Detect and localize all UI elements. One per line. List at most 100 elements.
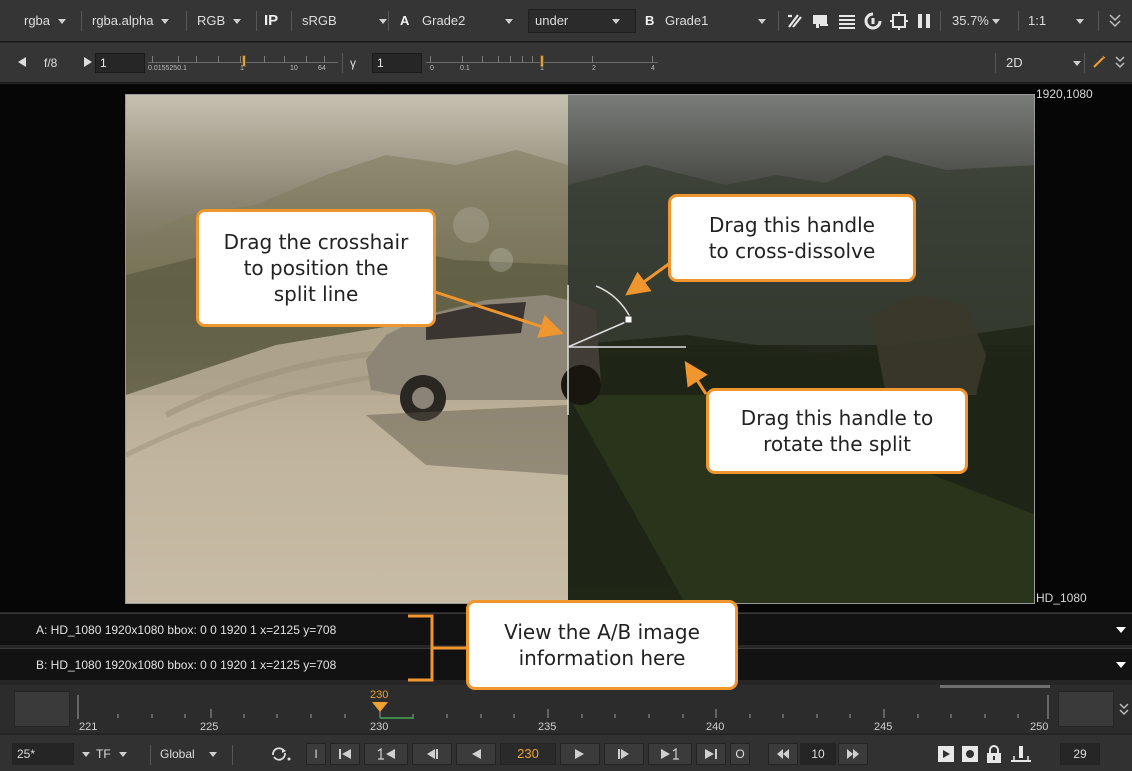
first-frame-button[interactable] bbox=[330, 743, 360, 765]
divider bbox=[1098, 11, 1099, 31]
display-mode-dropdown[interactable]: RGB bbox=[191, 10, 242, 32]
chevron-down-icon bbox=[758, 19, 767, 25]
format-name-label: HD_1080 bbox=[1036, 591, 1087, 605]
slider-tick bbox=[652, 56, 653, 63]
fstop-label: f/8 bbox=[44, 56, 58, 70]
slider-tick bbox=[482, 56, 483, 63]
slider-tick bbox=[240, 56, 241, 63]
double-chevron-icon[interactable] bbox=[1118, 701, 1130, 717]
gamma-label: γ bbox=[350, 56, 356, 70]
colorspace-dropdown[interactable]: sRGB bbox=[296, 10, 387, 32]
step-forward-button[interactable] bbox=[604, 743, 644, 765]
wipe-dissolve-handle[interactable] bbox=[624, 315, 633, 324]
wipe-overlay[interactable] bbox=[126, 95, 1035, 604]
wipe-dissolve-line[interactable] bbox=[567, 320, 629, 348]
chevron-down-icon bbox=[233, 19, 242, 25]
fps-input[interactable]: 25* bbox=[12, 743, 74, 765]
frame-increment-input[interactable]: 10 bbox=[800, 743, 836, 765]
alpha-channel-dropdown[interactable]: rgba.alpha bbox=[86, 10, 170, 32]
callout-line: to cross-dissolve bbox=[708, 239, 876, 263]
channels-value: rgba bbox=[24, 13, 51, 28]
roi-icon[interactable] bbox=[890, 12, 908, 30]
chevron-down-icon bbox=[118, 752, 127, 758]
skip-back-button[interactable] bbox=[768, 743, 798, 765]
in-point-button[interactable]: I bbox=[306, 743, 326, 765]
time-format-dropdown[interactable]: TF bbox=[76, 743, 127, 765]
out-point-button[interactable]: O bbox=[730, 743, 750, 765]
gain-slider[interactable]: 0.0155250.1 1 10 64 bbox=[148, 51, 338, 75]
playhead-sync-icon[interactable] bbox=[1010, 744, 1032, 764]
zoom-dropdown[interactable]: 35.7% bbox=[946, 10, 1000, 32]
divider bbox=[256, 11, 257, 31]
slider-tick-label: 10 bbox=[290, 65, 298, 72]
skip-forward-button[interactable] bbox=[838, 743, 868, 765]
slider-tick bbox=[178, 56, 179, 63]
callout-dissolve: Drag this handle to cross-dissolve bbox=[668, 194, 916, 282]
callout-line: rotate the split bbox=[763, 432, 911, 456]
divider bbox=[995, 53, 996, 73]
current-frame-input[interactable]: 230 bbox=[500, 743, 556, 765]
fstop-decrease-icon[interactable] bbox=[18, 57, 26, 67]
viewer-toolbar-exposure: f/8 1 0.0155250.1 1 10 64 γ 1 0 0.1 1 2 … bbox=[0, 43, 1132, 83]
timeline[interactable]: 230 221 225 230 235 240 245 250 bbox=[0, 685, 1132, 733]
chevron-down-icon bbox=[612, 19, 621, 25]
wipe-icon[interactable] bbox=[786, 12, 804, 30]
frame-range-scope-value: Global bbox=[160, 747, 195, 761]
timeline-label: 240 bbox=[706, 721, 725, 733]
chevron-down-icon bbox=[161, 19, 170, 25]
double-chevron-icon[interactable] bbox=[1114, 54, 1126, 70]
sync-icon[interactable] bbox=[864, 12, 882, 30]
flipbook-icon[interactable] bbox=[938, 746, 954, 762]
play-reverse-icon bbox=[472, 749, 481, 759]
step-back-button[interactable] bbox=[412, 743, 452, 765]
b-info-text: B: HD_1080 1920x1080 bbox: 0 0 1920 1 x=… bbox=[36, 658, 337, 672]
pixel-ratio-dropdown[interactable]: 1:1 bbox=[1022, 10, 1085, 32]
viewer-toolbar-top: rgba rgba.alpha RGB IP sRGB A Grade2 und… bbox=[0, 0, 1132, 42]
divider bbox=[778, 11, 779, 31]
viewer-canvas[interactable]: 1920,1080 HD_1080 bbox=[0, 84, 1132, 612]
pause-icon[interactable] bbox=[915, 12, 933, 30]
slider-tick-label: 0.0155250.1 bbox=[148, 65, 187, 72]
slider-tick bbox=[306, 56, 307, 63]
rewind-icon bbox=[777, 749, 789, 759]
a-input-dropdown[interactable]: Grade2 bbox=[416, 10, 514, 32]
fstop-increase-icon[interactable] bbox=[84, 57, 92, 67]
previous-keyframe-button[interactable] bbox=[364, 743, 408, 765]
time-format-value: TF bbox=[96, 747, 111, 761]
wand-icon[interactable] bbox=[1092, 55, 1106, 69]
chevron-down-icon[interactable] bbox=[1116, 627, 1126, 633]
wipe-dissolve-arc[interactable] bbox=[595, 285, 631, 318]
double-chevron-icon[interactable] bbox=[1108, 12, 1122, 30]
playback-mode-icon[interactable] bbox=[270, 746, 292, 762]
render-icon[interactable] bbox=[962, 746, 978, 762]
gain-input[interactable]: 1 bbox=[95, 53, 145, 73]
b-input-dropdown[interactable]: Grade1 bbox=[659, 10, 767, 32]
callout-crosshair: Drag the crosshair to position the split… bbox=[196, 209, 436, 327]
play-icon bbox=[575, 749, 584, 759]
input-process-toggle[interactable]: IP bbox=[264, 10, 278, 32]
slider-tick-label: 2 bbox=[592, 65, 596, 72]
gamma-input[interactable]: 1 bbox=[372, 53, 422, 73]
chevron-down-icon bbox=[991, 19, 1000, 25]
chevron-down-icon[interactable] bbox=[1116, 662, 1126, 668]
next-keyframe-button[interactable] bbox=[648, 743, 692, 765]
overlay-icon[interactable] bbox=[812, 12, 830, 30]
b-input-label: B bbox=[645, 13, 655, 28]
view-mode-dropdown[interactable]: 2D bbox=[1000, 52, 1081, 74]
b-input-value: Grade1 bbox=[665, 13, 709, 28]
last-frame-button[interactable] bbox=[696, 743, 726, 765]
timeline-label: 235 bbox=[538, 721, 557, 733]
composite-mode-dropdown[interactable]: under bbox=[528, 9, 636, 33]
play-forward-button[interactable] bbox=[560, 743, 600, 765]
end-frame-input[interactable]: 29 bbox=[1060, 743, 1100, 765]
lines-icon[interactable] bbox=[838, 12, 856, 30]
slider-tick-label: 1 bbox=[540, 65, 544, 72]
viewer-image[interactable] bbox=[125, 94, 1035, 604]
skip-start-icon bbox=[339, 749, 351, 759]
play-backward-button[interactable] bbox=[456, 743, 496, 765]
frame-range-scope-dropdown[interactable]: Global bbox=[154, 743, 217, 765]
timeline-label: 230 bbox=[370, 721, 389, 733]
gamma-slider[interactable]: 0 0.1 1 2 4 bbox=[426, 51, 658, 75]
lock-icon[interactable] bbox=[986, 745, 1002, 763]
channels-dropdown[interactable]: rgba bbox=[18, 10, 67, 32]
